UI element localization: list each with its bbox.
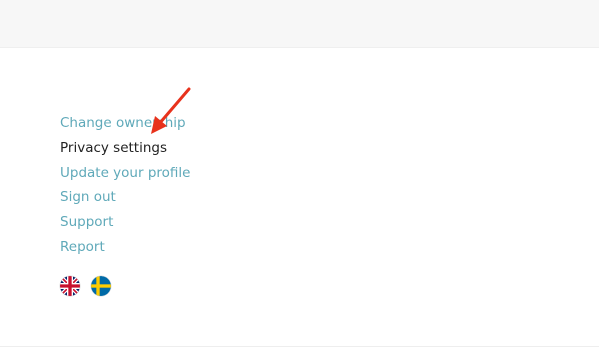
uk-flag-icon[interactable]: [60, 276, 80, 296]
privacy-settings-current: Privacy settings: [60, 139, 168, 156]
menu-item-support: Support: [60, 212, 190, 237]
sweden-flag-icon[interactable]: [91, 276, 111, 296]
support-link[interactable]: Support: [60, 214, 113, 230]
report-link[interactable]: Report: [60, 239, 105, 255]
sign-out-link[interactable]: Sign out: [60, 189, 116, 205]
page: Change ownership Privacy settings Update…: [0, 0, 599, 350]
red-arrow-icon: [145, 86, 195, 142]
menu-item-report: Report: [60, 237, 190, 262]
menu-item-update-profile: Update your profile: [60, 163, 190, 188]
update-profile-link[interactable]: Update your profile: [60, 165, 190, 181]
footer-divider: [0, 346, 599, 347]
menu-item-sign-out: Sign out: [60, 187, 190, 212]
header-band: [0, 0, 599, 48]
language-switcher: [60, 276, 111, 296]
